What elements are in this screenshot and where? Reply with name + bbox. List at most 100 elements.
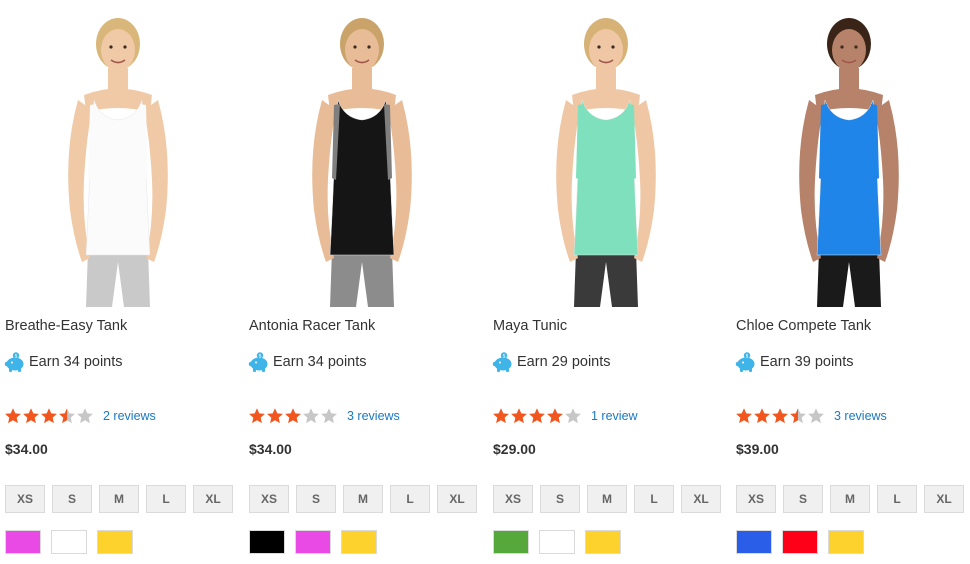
product-price: $39.00: [736, 441, 779, 457]
rating-stars: [248, 407, 338, 425]
product-photo: [244, 0, 480, 307]
size-option-s[interactable]: S: [783, 485, 823, 513]
color-swatches: [5, 530, 133, 554]
product-price: $34.00: [5, 441, 48, 457]
product-grid: Breathe-Easy Tank $ Earn 34 points 2 rev…: [0, 0, 970, 564]
star-icon: [285, 408, 301, 424]
color-swatch[interactable]: [493, 530, 529, 554]
color-swatch[interactable]: [5, 530, 41, 554]
product-card: Breathe-Easy Tank $ Earn 34 points 2 rev…: [0, 0, 236, 564]
svg-text:$: $: [14, 353, 17, 359]
color-swatches: [736, 530, 864, 554]
svg-text:$: $: [745, 353, 748, 359]
reward-points-text: Earn 34 points: [29, 354, 123, 370]
product-name-link[interactable]: Antonia Racer Tank: [249, 318, 375, 334]
rating-summary: 1 review: [492, 406, 638, 426]
size-option-xl[interactable]: XL: [193, 485, 233, 513]
color-swatch[interactable]: [51, 530, 87, 554]
piggy-bank-icon: $: [4, 352, 24, 372]
rating-summary: 2 reviews: [4, 406, 156, 426]
svg-text:$: $: [502, 353, 505, 359]
color-swatch[interactable]: [585, 530, 621, 554]
product-image-link[interactable]: [244, 0, 480, 307]
piggy-bank-icon: $: [492, 352, 512, 372]
svg-text:$: $: [258, 353, 261, 359]
size-option-l[interactable]: L: [634, 485, 674, 513]
product-image-link[interactable]: [488, 0, 724, 307]
reward-points-text: Earn 39 points: [760, 354, 854, 370]
star-icon: [41, 408, 57, 424]
size-option-xs[interactable]: XS: [249, 485, 289, 513]
product-photo: [731, 0, 967, 307]
size-option-l[interactable]: L: [146, 485, 186, 513]
size-option-xs[interactable]: XS: [736, 485, 776, 513]
size-option-s[interactable]: S: [52, 485, 92, 513]
piggy-bank-icon: $: [248, 352, 268, 372]
star-icon: [321, 408, 337, 424]
product-price: $29.00: [493, 441, 536, 457]
size-option-m[interactable]: M: [587, 485, 627, 513]
size-option-xl[interactable]: XL: [924, 485, 964, 513]
star-icon: [303, 408, 319, 424]
product-image-link[interactable]: [731, 0, 967, 307]
reward-points: $ Earn 34 points: [248, 350, 367, 374]
reviews-link[interactable]: 3 reviews: [347, 409, 400, 423]
size-option-s[interactable]: S: [540, 485, 580, 513]
reviews-link[interactable]: 2 reviews: [103, 409, 156, 423]
product-name-link[interactable]: Chloe Compete Tank: [736, 318, 871, 334]
color-swatch[interactable]: [828, 530, 864, 554]
product-photo: [0, 0, 236, 307]
star-icon: [59, 408, 75, 424]
color-swatch[interactable]: [97, 530, 133, 554]
size-option-xl[interactable]: XL: [437, 485, 477, 513]
star-icon: [790, 408, 806, 424]
product-price: $34.00: [249, 441, 292, 457]
color-swatch[interactable]: [782, 530, 818, 554]
size-option-m[interactable]: M: [830, 485, 870, 513]
piggy-bank-icon: $: [735, 352, 755, 372]
rating-stars: [492, 407, 582, 425]
product-card: Chloe Compete Tank $ Earn 39 points 3 re…: [731, 0, 967, 564]
star-icon: [754, 408, 770, 424]
star-icon: [77, 408, 93, 424]
reward-points-text: Earn 34 points: [273, 354, 367, 370]
rating-summary: 3 reviews: [248, 406, 400, 426]
color-swatch[interactable]: [736, 530, 772, 554]
size-options: XS S M L XL: [5, 485, 233, 513]
star-icon: [736, 408, 752, 424]
product-photo: [488, 0, 724, 307]
product-name-link[interactable]: Maya Tunic: [493, 318, 567, 334]
reviews-link[interactable]: 3 reviews: [834, 409, 887, 423]
size-option-l[interactable]: L: [390, 485, 430, 513]
star-icon: [23, 408, 39, 424]
size-option-m[interactable]: M: [343, 485, 383, 513]
size-option-m[interactable]: M: [99, 485, 139, 513]
product-card: Maya Tunic $ Earn 29 points 1 review $29…: [488, 0, 724, 564]
star-icon: [267, 408, 283, 424]
star-icon: [529, 408, 545, 424]
size-options: XS S M L XL: [736, 485, 964, 513]
reward-points: $ Earn 29 points: [492, 350, 611, 374]
size-option-s[interactable]: S: [296, 485, 336, 513]
color-swatch[interactable]: [341, 530, 377, 554]
product-image-link[interactable]: [0, 0, 236, 307]
product-card: Antonia Racer Tank $ Earn 34 points 3 re…: [244, 0, 480, 564]
size-option-xs[interactable]: XS: [493, 485, 533, 513]
reward-points: $ Earn 39 points: [735, 350, 854, 374]
reward-points: $ Earn 34 points: [4, 350, 123, 374]
color-swatches: [249, 530, 377, 554]
size-option-xs[interactable]: XS: [5, 485, 45, 513]
size-option-l[interactable]: L: [877, 485, 917, 513]
size-option-xl[interactable]: XL: [681, 485, 721, 513]
reviews-link[interactable]: 1 review: [591, 409, 638, 423]
star-icon: [511, 408, 527, 424]
star-icon: [5, 408, 21, 424]
color-swatch[interactable]: [249, 530, 285, 554]
product-name-link[interactable]: Breathe-Easy Tank: [5, 318, 127, 334]
reward-points-text: Earn 29 points: [517, 354, 611, 370]
color-swatch[interactable]: [295, 530, 331, 554]
rating-stars: [4, 407, 94, 425]
color-swatch[interactable]: [539, 530, 575, 554]
size-options: XS S M L XL: [493, 485, 721, 513]
star-icon: [772, 408, 788, 424]
